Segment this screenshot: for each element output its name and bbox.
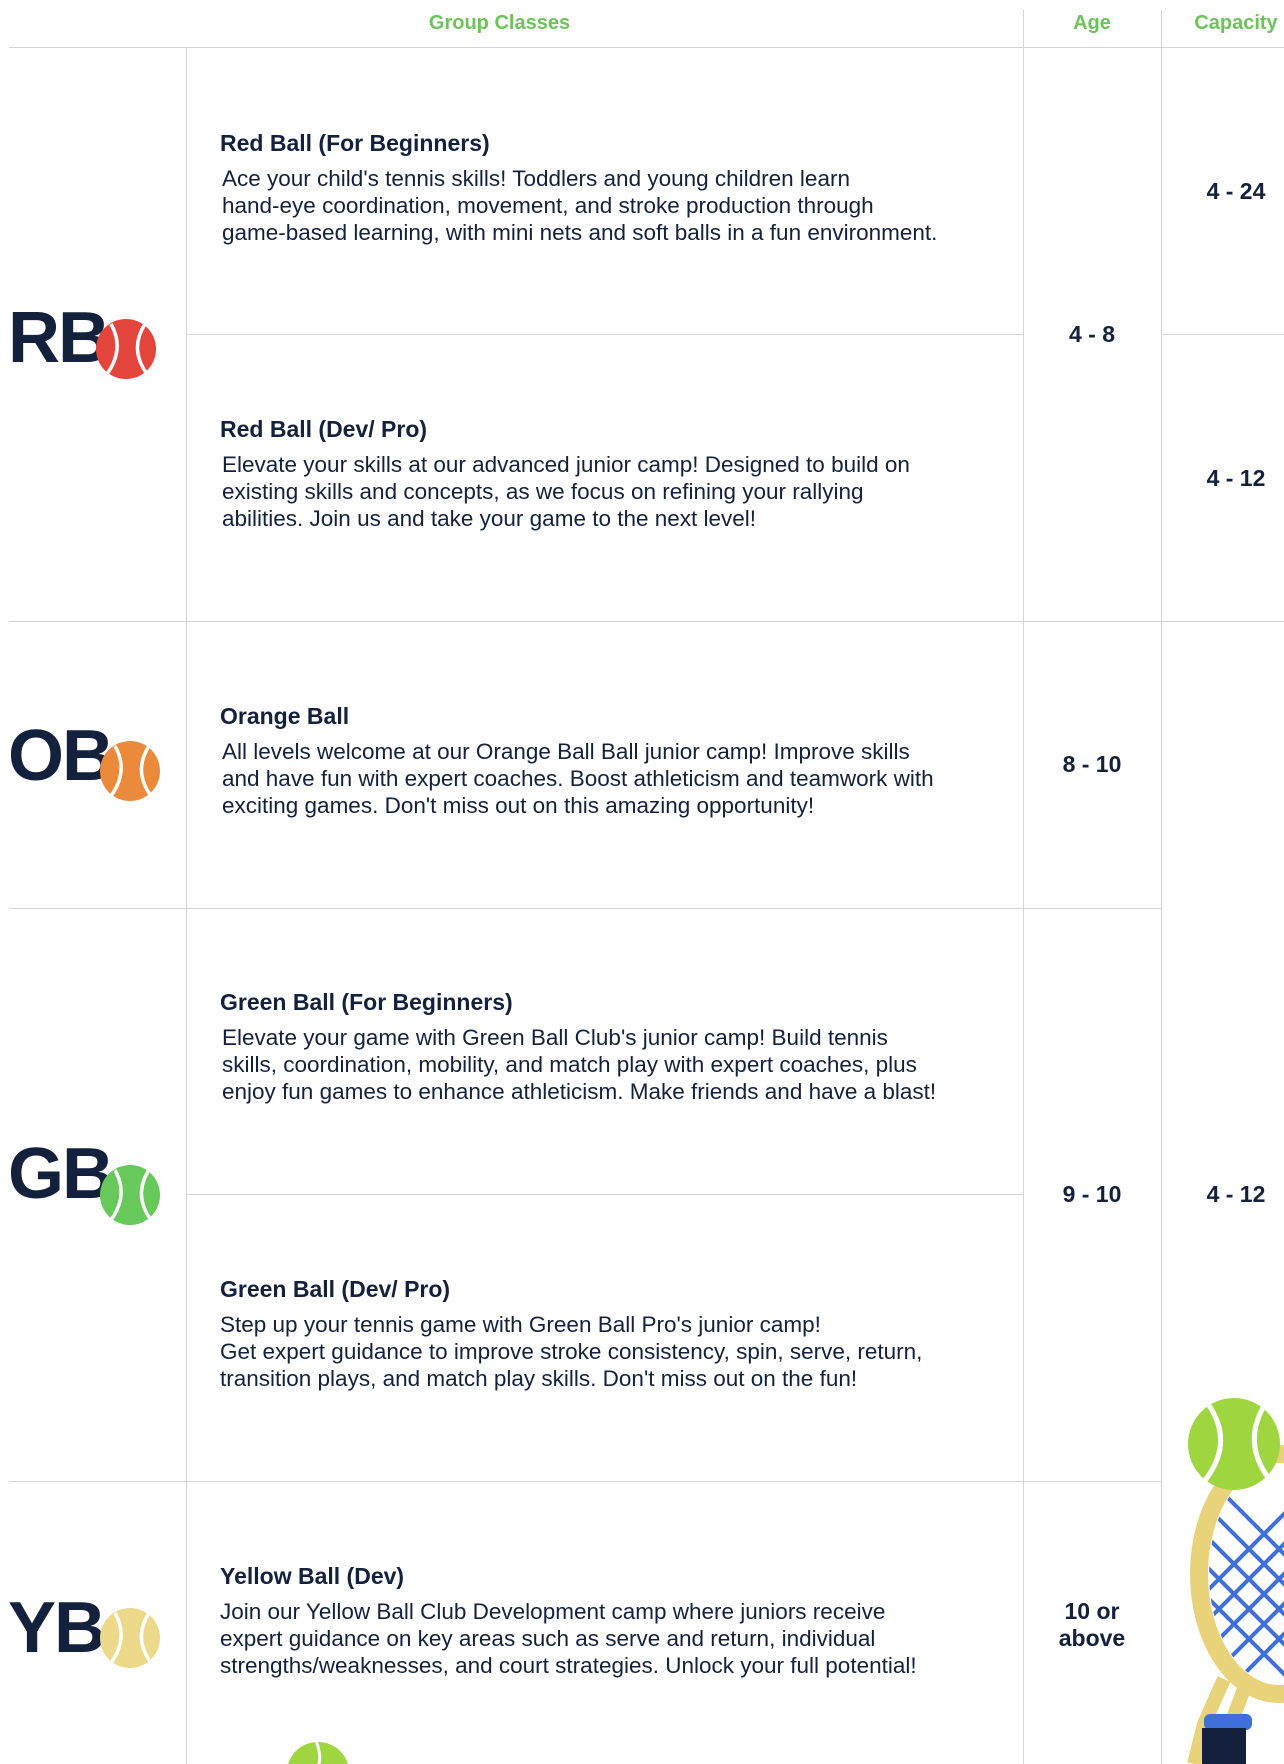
- row-divider: [1161, 334, 1284, 335]
- tennis-racket-icon: [1187, 1398, 1284, 1764]
- age-yellow-line1: 10 or: [1064, 1598, 1120, 1624]
- green-tennis-ball-icon: [100, 1165, 160, 1225]
- class-description-line: Elevate your skills at our advanced juni…: [222, 452, 910, 477]
- group-code-ob: OB: [8, 716, 114, 796]
- class-description-line: Get expert guidance to improve stroke co…: [220, 1339, 923, 1364]
- class-description-line: transition plays, and match play skills.…: [220, 1366, 858, 1391]
- age-orange: 8 - 10: [1062, 751, 1122, 777]
- row-divider: [186, 1194, 1023, 1195]
- class-description: Join our Yellow Ball Club Development ca…: [220, 1598, 1000, 1679]
- header-divider: [9, 47, 1284, 48]
- class-title: Red Ball (For Beginners): [220, 130, 490, 156]
- header-capacity: Capacity: [1194, 12, 1278, 34]
- class-description-line: game-based learning, with mini nets and …: [222, 220, 938, 245]
- header-age: Age: [1073, 12, 1111, 34]
- class-description-line: abilities. Join us and take your game to…: [222, 506, 757, 531]
- class-description-line: hand-eye coordination, movement, and str…: [222, 193, 874, 218]
- group-code-gb: GB: [8, 1134, 114, 1214]
- row-divider: [9, 621, 1284, 622]
- orange-tennis-ball-icon: [100, 741, 160, 801]
- group-code-yb: YB: [8, 1588, 106, 1668]
- class-description-line: and have fun with expert coaches. Boost …: [222, 766, 934, 791]
- row-divider: [9, 1481, 1161, 1482]
- class-description: All levels welcome at our Orange Ball Ba…: [222, 738, 1002, 819]
- capacity-orange-green: 4 - 12: [1206, 1181, 1266, 1207]
- age-yellow-line2: above: [1058, 1625, 1126, 1651]
- class-description-line: Ace your child's tennis skills! Toddlers…: [222, 166, 850, 191]
- capacity-red-dev-pro: 4 - 12: [1206, 465, 1266, 491]
- group-code-rb: RB: [8, 298, 110, 378]
- class-description: Elevate your skills at our advanced juni…: [222, 451, 1002, 532]
- class-description-line: existing skills and concepts, as we focu…: [222, 479, 864, 504]
- class-description-line: Step up your tennis game with Green Ball…: [220, 1312, 821, 1337]
- capacity-red-beginners: 4 - 24: [1206, 178, 1266, 204]
- class-description-line: Join our Yellow Ball Club Development ca…: [220, 1599, 886, 1624]
- class-title: Orange Ball: [220, 703, 350, 729]
- class-description-line: expert guidance on key areas such as ser…: [220, 1626, 876, 1651]
- age-yellow: 10 or above: [1023, 1598, 1161, 1652]
- header-group-classes: Group Classes: [428, 12, 571, 34]
- class-description-line: exciting games. Don't miss out on this a…: [222, 793, 815, 818]
- class-description-line: skills, coordination, mobility, and matc…: [222, 1052, 917, 1077]
- age-red: 4 - 8: [1068, 321, 1116, 347]
- row-divider: [9, 908, 1161, 909]
- red-tennis-ball-icon: [96, 319, 156, 379]
- column-divider-code: [186, 47, 187, 1764]
- tennis-ball-icon: [288, 1742, 348, 1764]
- column-divider-capacity: [1161, 10, 1162, 1764]
- class-title: Green Ball (Dev/ Pro): [220, 1276, 451, 1302]
- class-description: Elevate your game with Green Ball Club's…: [222, 1024, 1002, 1105]
- class-title: Red Ball (Dev/ Pro): [220, 416, 428, 442]
- class-description-line: Elevate your game with Green Ball Club's…: [222, 1025, 888, 1050]
- class-description-line: enjoy fun games to enhance athleticism. …: [222, 1079, 937, 1104]
- class-description: Ace your child's tennis skills! Toddlers…: [222, 165, 1002, 246]
- age-green: 9 - 10: [1062, 1181, 1122, 1207]
- row-divider: [186, 334, 1023, 335]
- yellow-tennis-ball-icon: [100, 1608, 160, 1668]
- class-description: Step up your tennis game with Green Ball…: [220, 1311, 1000, 1392]
- class-description-line: strengths/weaknesses, and court strategi…: [220, 1653, 917, 1678]
- column-divider-age: [1023, 10, 1024, 1764]
- class-title: Yellow Ball (Dev): [220, 1563, 405, 1589]
- class-title: Green Ball (For Beginners): [220, 989, 513, 1015]
- class-description-line: All levels welcome at our Orange Ball Ba…: [222, 739, 910, 764]
